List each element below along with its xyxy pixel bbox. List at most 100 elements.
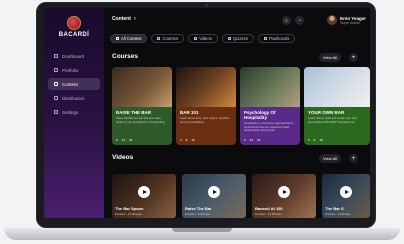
- meta-lessons: 5: [308, 138, 310, 142]
- sidebar-item-dashboard[interactable]: Dashboard: [48, 50, 100, 62]
- laptop-notch: [172, 228, 232, 232]
- filter-tabs: All Content Courses Videos Quizzes Flash…: [110, 34, 296, 43]
- course-thumbnail: [112, 67, 172, 107]
- video-duration: Duration - 12 Minutes: [255, 212, 282, 216]
- play-icon[interactable]: [278, 185, 290, 198]
- tab-courses[interactable]: Courses: [151, 34, 185, 43]
- tab-flashcards[interactable]: Flashcards: [257, 34, 296, 43]
- grid-icon: [116, 37, 119, 40]
- search-icon[interactable]: ⌕: [282, 16, 291, 25]
- bell-icon[interactable]: ◔: [295, 16, 304, 25]
- course-card[interactable]: Psychology Of Hospitality Hospitality is…: [240, 67, 300, 145]
- meta-minutes: 18: [319, 138, 323, 142]
- meta-videos: 8: [185, 138, 188, 142]
- meta-videos: 12: [121, 138, 126, 142]
- video-title: The Bar S: [325, 206, 344, 211]
- video-duration: Duration - 8 Minutes: [185, 212, 211, 216]
- tab-label: Videos: [199, 36, 212, 41]
- chevron-right-icon: ›: [133, 16, 136, 22]
- brand-logo[interactable]: BACARDÍ: [44, 16, 104, 38]
- share-icon: [54, 96, 58, 100]
- course-description: Hospitality is a business, approached to…: [244, 121, 294, 133]
- videos-heading: Videos: [112, 154, 134, 161]
- meta-minutes: 15: [191, 138, 195, 142]
- play-icon[interactable]: [138, 185, 150, 198]
- tab-label: All Content: [121, 36, 142, 41]
- videos-view-all-button[interactable]: View All: [319, 154, 341, 163]
- meta-lessons: 6: [244, 138, 246, 142]
- add-course-button[interactable]: +: [349, 53, 358, 62]
- play-icon[interactable]: [340, 185, 352, 198]
- course-card[interactable]: YOUR OWN BAR Learn how to build and crea…: [304, 67, 370, 145]
- tab-label: Quizzes: [232, 36, 248, 41]
- meta-lessons: 4: [180, 138, 182, 142]
- tab-label: Flashcards: [268, 36, 290, 41]
- video-card[interactable]: Raise The Bar Duration - 8 Minutes: [182, 174, 246, 218]
- course-title: YOUR OWN BAR: [308, 110, 345, 115]
- courses-heading: Courses: [112, 53, 139, 60]
- sidebar-item-label: Distribution: [62, 95, 85, 101]
- sidebar-item-settings[interactable]: Settings: [48, 106, 100, 118]
- quiz-icon: [227, 37, 231, 40]
- course-description: Learn how to build and create your own p…: [308, 116, 357, 124]
- sidebar: BACARDÍ Dashboard Portfolio Content Dist…: [44, 8, 104, 218]
- video-card[interactable]: Bacardi At 160 Duration - 12 Minutes: [252, 174, 316, 218]
- content-icon: [54, 82, 58, 86]
- course-meta: 4 8 15: [180, 138, 195, 142]
- topbar-actions: ⌕ ◔: [282, 16, 304, 25]
- sidebar-item-label: Portfolio: [62, 67, 79, 73]
- meta-lessons: 8: [116, 138, 118, 142]
- course-thumbnail: [240, 67, 300, 107]
- breadcrumb[interactable]: Content: [112, 16, 131, 22]
- video-card[interactable]: The Bar Spoon Duration - 10 Minutes: [112, 174, 176, 218]
- camera-icon: [205, 4, 208, 7]
- course-card[interactable]: BAR 101 Learn about bars, their origins,…: [176, 67, 236, 145]
- tab-all-content[interactable]: All Content: [110, 34, 148, 43]
- play-icon[interactable]: [208, 185, 220, 198]
- course-title: Psychology Of Hospitality: [244, 110, 276, 120]
- course-description: Raise the Bar is a bar-science video ser…: [116, 116, 166, 124]
- video-icon: [194, 37, 198, 40]
- course-meta: 8 12 30: [116, 138, 132, 142]
- video-duration: Duration - 10 Minutes: [115, 212, 142, 216]
- add-video-button[interactable]: +: [349, 154, 358, 163]
- main-content: Content › ⌕ ◔ Eren Yeager Super Admin Al…: [104, 8, 370, 218]
- course-title: RAISE THE BAR: [116, 110, 152, 115]
- gear-icon: [54, 110, 58, 114]
- tab-label: Courses: [162, 36, 179, 41]
- video-title: The Bar Spoon: [115, 206, 144, 211]
- grid-icon: [54, 54, 58, 58]
- book-icon: [157, 37, 161, 40]
- sidebar-item-label: Content: [62, 81, 78, 87]
- video-duration: Duration - 9 Minutes: [325, 212, 351, 216]
- sidebar-item-portfolio[interactable]: Portfolio: [48, 64, 100, 76]
- user-profile[interactable]: Eren Yeager Super Admin: [327, 15, 366, 25]
- sidebar-item-label: Dashboard: [62, 53, 85, 59]
- sidebar-item-label: Settings: [62, 109, 79, 115]
- meta-minutes: 20: [257, 138, 261, 142]
- meta-minutes: 30: [129, 138, 133, 142]
- app-screen: BACARDÍ Dashboard Portfolio Content Dist…: [44, 8, 370, 218]
- flashcard-icon: [263, 37, 267, 40]
- meta-videos: 9: [313, 138, 316, 142]
- video-card[interactable]: The Bar S Duration - 9 Minutes: [322, 174, 370, 218]
- course-thumbnail: [304, 67, 370, 107]
- sidebar-item-content[interactable]: Content: [48, 78, 100, 90]
- course-meta: 6 10 20: [244, 138, 260, 142]
- tab-videos[interactable]: Videos: [188, 34, 218, 43]
- course-thumbnail: [176, 67, 236, 107]
- user-name: Eren Yeager: [340, 15, 366, 21]
- bat-logo-icon: [67, 16, 81, 30]
- courses-view-all-button[interactable]: View All: [319, 53, 341, 62]
- user-role: Super Admin: [340, 20, 361, 25]
- sidebar-item-distribution[interactable]: Distribution: [48, 92, 100, 104]
- folder-icon: [54, 68, 58, 72]
- brand-name: BACARDÍ: [58, 32, 90, 38]
- video-title: Bacardi At 160: [255, 206, 283, 211]
- meta-videos: 10: [249, 138, 254, 142]
- course-card[interactable]: RAISE THE BAR Raise the Bar is a bar-sci…: [112, 67, 172, 145]
- video-title: Raise The Bar: [185, 206, 212, 211]
- course-meta: 5 9 18: [308, 138, 323, 142]
- tab-quizzes[interactable]: Quizzes: [221, 34, 254, 43]
- course-title: BAR 101: [180, 110, 199, 115]
